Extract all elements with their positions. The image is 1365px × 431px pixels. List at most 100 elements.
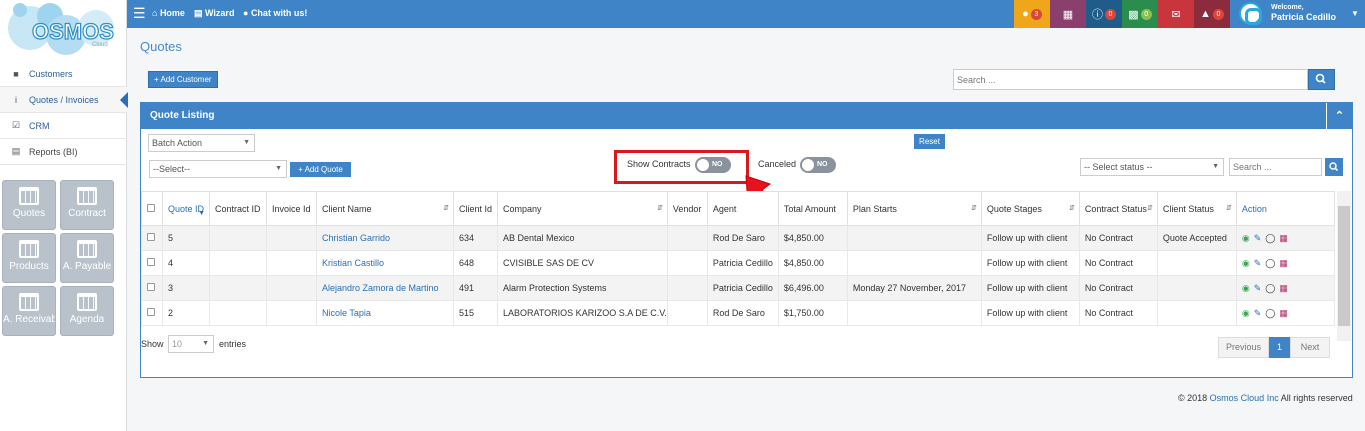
- contract-id-cell: [209, 300, 267, 326]
- checkbox[interactable]: [147, 258, 155, 266]
- calendar-icon[interactable]: ▦: [1279, 308, 1288, 319]
- edit-icon[interactable]: ✎: [1254, 283, 1262, 294]
- table-header-row: Quote ID ▼ Contract ID Invoice Id Client …: [141, 191, 1336, 226]
- add-quote-button[interactable]: + Add Quote: [290, 162, 351, 177]
- view-eye-icon[interactable]: ◉: [1242, 233, 1250, 244]
- view-eye-icon[interactable]: ◉: [1242, 258, 1250, 269]
- comment-icon[interactable]: ◯: [1265, 258, 1275, 269]
- tile-agenda[interactable]: Agenda: [60, 286, 114, 336]
- client-name-link[interactable]: Nicole Tapia: [316, 300, 454, 326]
- hamburger-menu-icon[interactable]: ☰: [133, 6, 146, 20]
- quote-select[interactable]: --Select-- ▼: [149, 160, 287, 178]
- notifications-lightbulb-button[interactable]: ● 3: [1014, 0, 1050, 28]
- footer-company-link[interactable]: Osmos Cloud Inc: [1210, 393, 1279, 403]
- footer-rights: All rights reserved: [1280, 393, 1353, 403]
- sidebar-item-quotes-invoices[interactable]: i Quotes / Invoices: [0, 87, 128, 113]
- collapse-chevron-up-icon[interactable]: ⌃: [1326, 103, 1352, 129]
- tile-label: Products: [9, 261, 49, 272]
- sort-icon: ⇵: [1147, 205, 1153, 212]
- chat-link[interactable]: ● Chat with us!: [243, 8, 307, 18]
- tile-quotes[interactable]: Quotes: [2, 180, 56, 230]
- row-checkbox-cell[interactable]: [141, 225, 163, 251]
- tile-contract[interactable]: Contract: [60, 180, 114, 230]
- column-header-client-id[interactable]: Client Id: [453, 191, 498, 226]
- search-icon: [1329, 162, 1339, 172]
- column-header-quote-id[interactable]: Quote ID ▼: [162, 191, 210, 226]
- total-amount-cell: $4,850.00: [777, 250, 848, 276]
- comment-icon[interactable]: ◯: [1265, 308, 1275, 319]
- tile-accounts-receivable[interactable]: A. Receivab: [2, 286, 56, 336]
- action-cell: ◉ ✎ ◯ ▦: [1235, 225, 1336, 251]
- column-header-vendor[interactable]: Vendor: [666, 191, 708, 226]
- info-notifications-button[interactable]: ⓘ 0: [1086, 0, 1122, 28]
- comment-icon[interactable]: ◯: [1265, 283, 1275, 294]
- checkbox[interactable]: [147, 308, 155, 316]
- comments-button[interactable]: ▩ 0: [1122, 0, 1158, 28]
- checkbox[interactable]: [147, 203, 155, 212]
- view-eye-icon[interactable]: ◉: [1242, 308, 1250, 319]
- status-select[interactable]: -- Select status -- ▼: [1080, 158, 1224, 176]
- table-scrollbar[interactable]: [1337, 191, 1351, 341]
- row-checkbox-cell[interactable]: [141, 275, 163, 301]
- calendar-icon: [77, 240, 97, 258]
- wizard-link[interactable]: ▤ Wizard: [194, 8, 234, 19]
- calendar-icon[interactable]: ▦: [1279, 283, 1288, 294]
- calendar-icon[interactable]: ▦: [1279, 258, 1288, 269]
- column-header-plan-starts[interactable]: Plan Starts ⇵: [846, 191, 982, 226]
- next-page-button[interactable]: Next: [1290, 337, 1330, 358]
- osmos-logo[interactable]: OSMOS Cloud: [6, 2, 121, 60]
- badge-count: 3: [1030, 8, 1042, 20]
- client-name-link[interactable]: Christian Garrido: [316, 225, 454, 251]
- column-header-company[interactable]: Company ⇵: [497, 191, 668, 226]
- column-header-contract-id[interactable]: Contract ID: [209, 191, 267, 226]
- table-search-button[interactable]: [1325, 158, 1343, 176]
- column-header-agent[interactable]: Agent: [706, 191, 779, 226]
- column-header-invoice-id[interactable]: Invoice Id: [266, 191, 317, 226]
- tile-accounts-payable[interactable]: A. Payable: [60, 233, 114, 283]
- add-customer-button[interactable]: + Add Customer: [148, 71, 218, 88]
- calendar-icon[interactable]: ▦: [1279, 233, 1288, 244]
- batch-action-select[interactable]: Batch Action ▼: [148, 134, 255, 152]
- column-header-total-amount[interactable]: Total Amount: [777, 191, 848, 226]
- edit-icon[interactable]: ✎: [1254, 308, 1262, 319]
- badge-count: 0: [1212, 8, 1224, 20]
- column-header-contract-status[interactable]: Contract Status ⇵: [1078, 191, 1158, 226]
- previous-page-button[interactable]: Previous: [1218, 337, 1269, 358]
- welcome-label: Welcome,: [1271, 4, 1304, 11]
- checkbox[interactable]: [147, 233, 155, 241]
- messages-button[interactable]: ✉: [1158, 0, 1194, 28]
- search-input[interactable]: [953, 69, 1308, 90]
- sidebar-item-customers[interactable]: ■ Customers: [0, 61, 127, 87]
- table-row: 4 Kristian Castillo 648 CVISIBLE SAS DE …: [141, 250, 1336, 276]
- table-search-input[interactable]: [1229, 158, 1322, 176]
- calendar-button[interactable]: ▦: [1050, 0, 1086, 28]
- row-checkbox-cell[interactable]: [141, 300, 163, 326]
- select-all-checkbox-cell[interactable]: [141, 191, 163, 226]
- row-checkbox-cell[interactable]: [141, 250, 163, 276]
- tile-products[interactable]: Products: [2, 233, 56, 283]
- column-header-client-status[interactable]: Client Status ⇵: [1156, 191, 1237, 226]
- user-menu[interactable]: Welcome, Patricia Cedillo ▼: [1233, 0, 1365, 28]
- search-button[interactable]: [1308, 69, 1335, 90]
- client-name-link[interactable]: Kristian Castillo: [316, 250, 454, 276]
- comment-icon[interactable]: ◯: [1265, 233, 1275, 244]
- column-header-quote-stages[interactable]: Quote Stages ⇵: [980, 191, 1080, 226]
- edit-icon[interactable]: ✎: [1254, 233, 1262, 244]
- view-eye-icon[interactable]: ◉: [1242, 283, 1250, 294]
- alerts-button[interactable]: ▲ 0: [1194, 0, 1230, 28]
- page-1-button[interactable]: 1: [1269, 337, 1290, 358]
- column-header-client-name[interactable]: Client Name ⇵: [316, 191, 454, 226]
- info-icon: i: [15, 94, 17, 105]
- home-link[interactable]: ⌂ Home: [152, 8, 185, 18]
- scrollbar-thumb[interactable]: [1338, 206, 1350, 326]
- sidebar-item-label: Customers: [29, 68, 73, 79]
- vendor-cell: [666, 275, 708, 301]
- checkbox[interactable]: [147, 283, 155, 291]
- sidebar-item-crm[interactable]: ☑ CRM: [0, 113, 127, 139]
- calendar-icon: [77, 293, 97, 311]
- client-name-link[interactable]: Alejandro Zamora de Martino: [316, 275, 454, 301]
- reset-button[interactable]: Reset: [914, 134, 945, 149]
- edit-icon[interactable]: ✎: [1254, 258, 1262, 269]
- entries-select[interactable]: 10 ▼: [168, 335, 214, 353]
- sidebar-item-reports[interactable]: ▤ Reports (BI): [0, 139, 127, 165]
